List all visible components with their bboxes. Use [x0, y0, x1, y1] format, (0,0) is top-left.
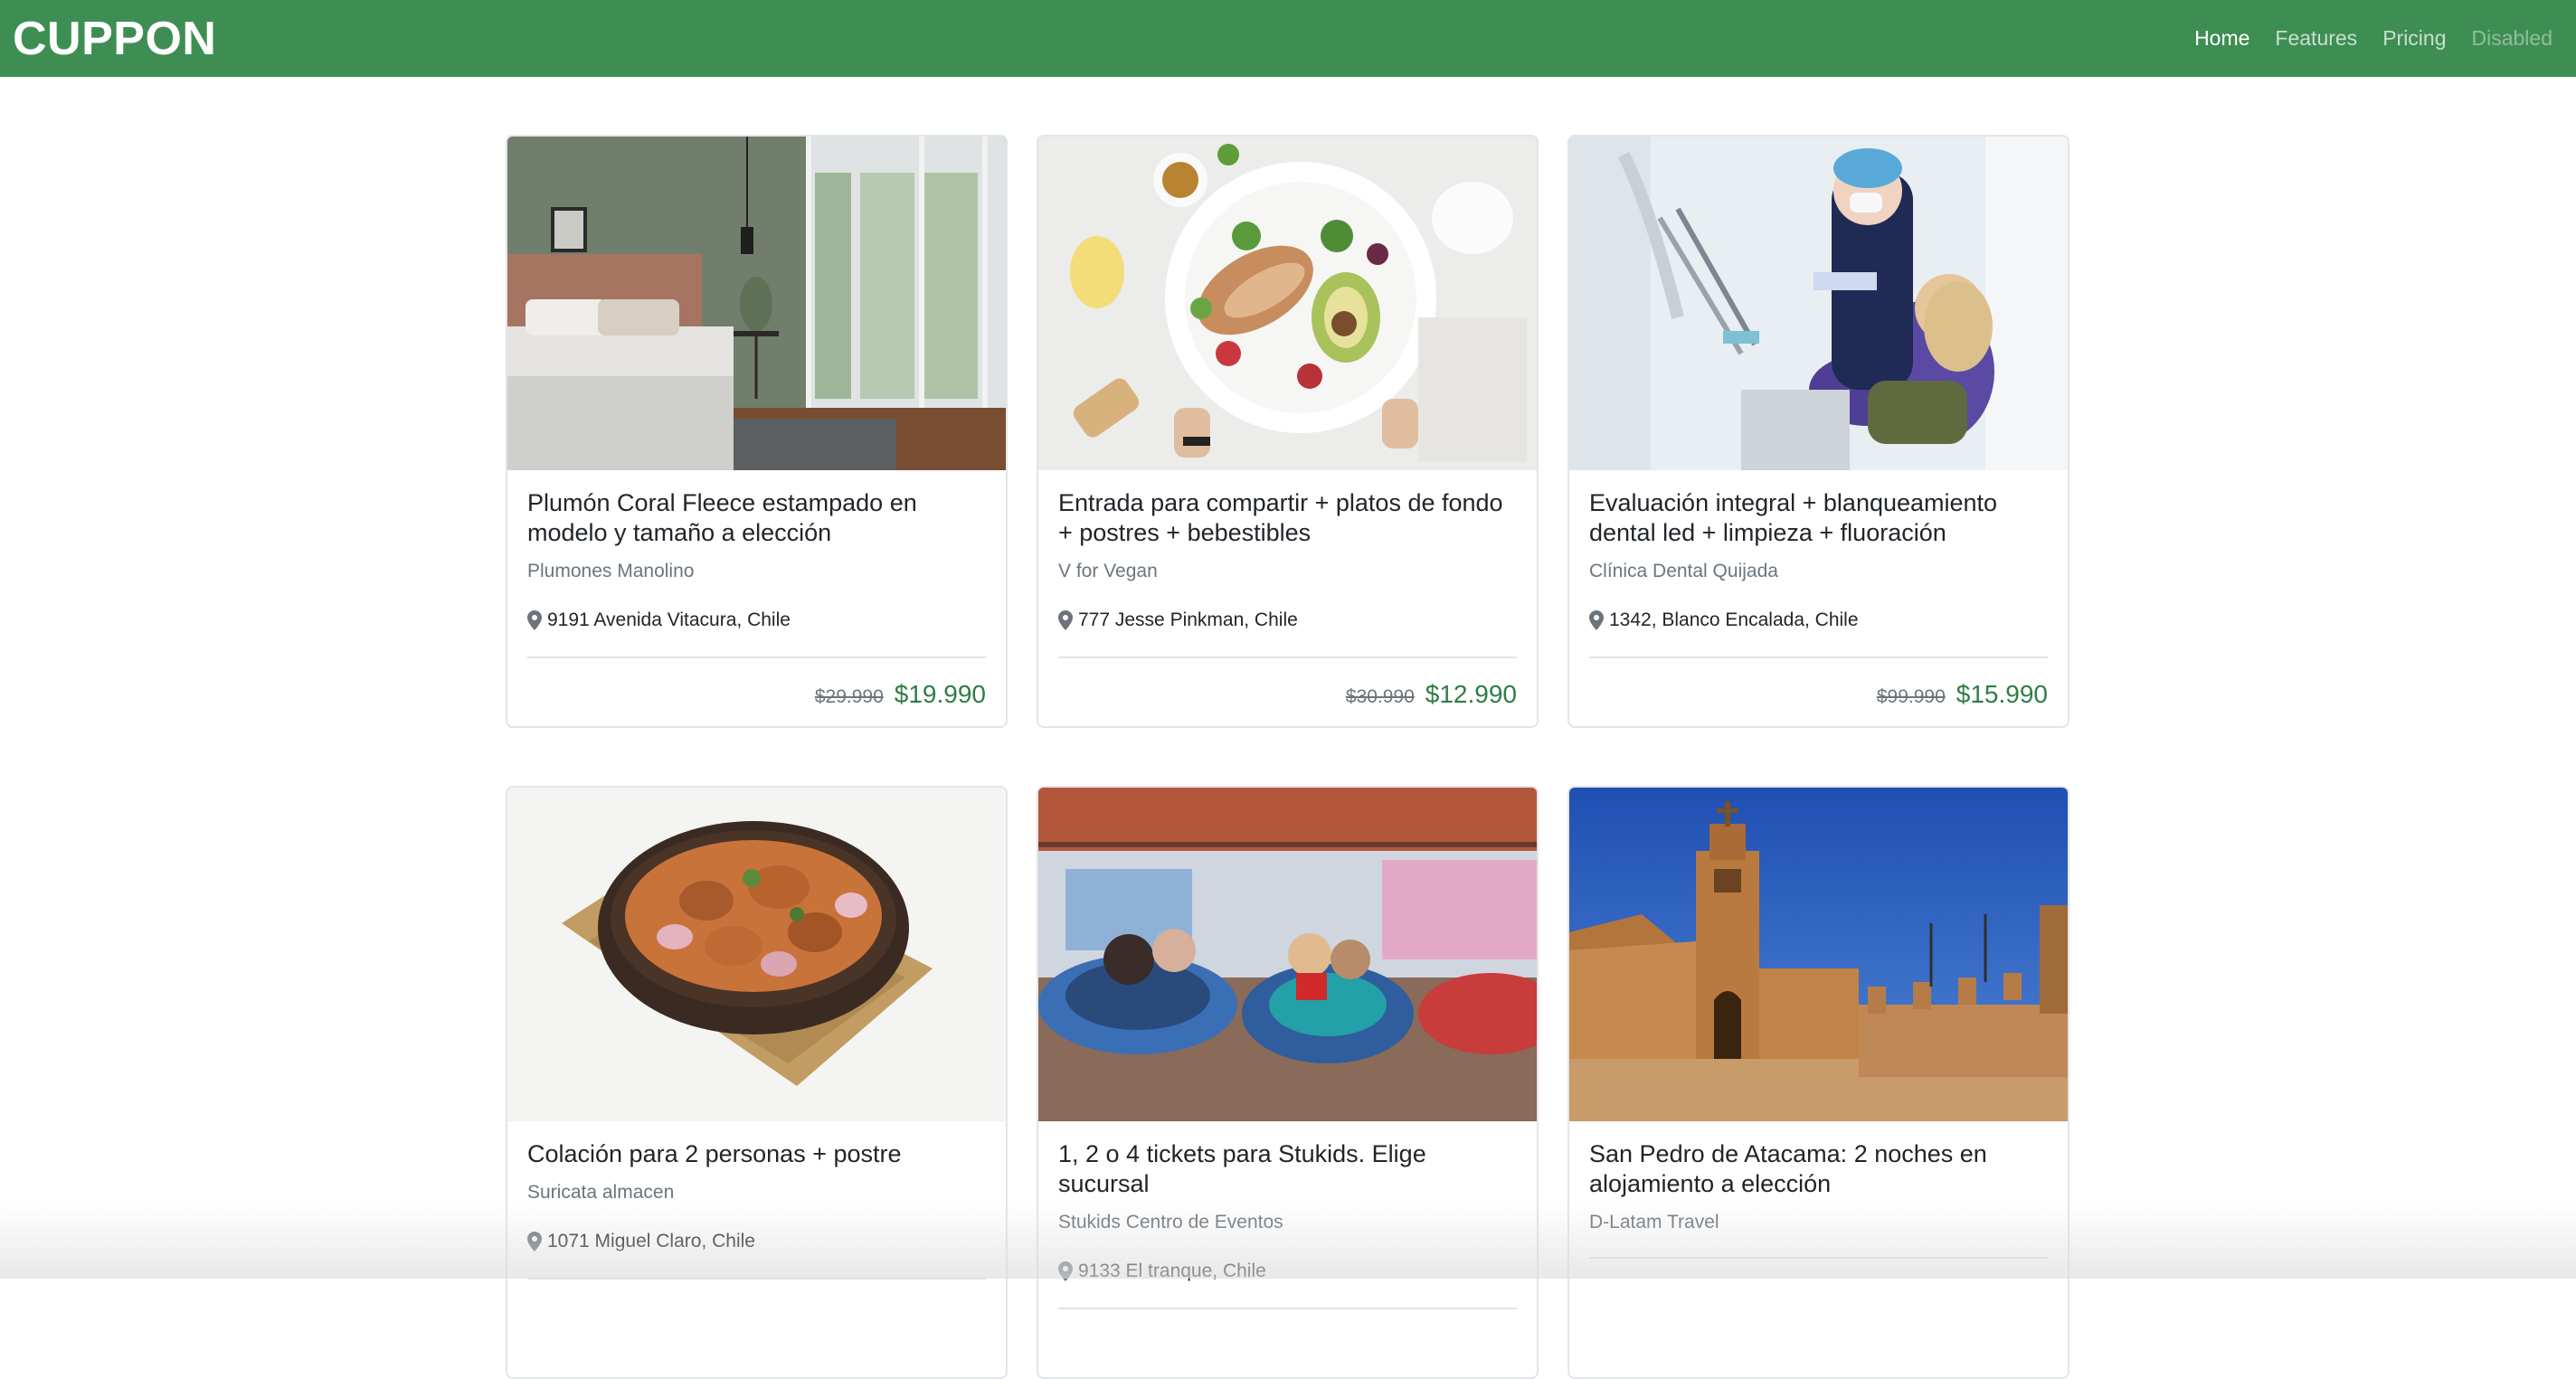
bumper-cars-photo-icon[interactable]	[1038, 788, 1537, 1121]
divider	[527, 1278, 986, 1280]
divider	[1058, 656, 1517, 658]
nav-link-disabled: Disabled	[2471, 26, 2553, 50]
divider	[1058, 1308, 1517, 1309]
map-pin-icon	[527, 1232, 542, 1251]
price-row: $30.990 $12.990	[1058, 680, 1517, 709]
map-pin-icon	[1589, 610, 1604, 630]
merchant-name: D-Latam Travel	[1589, 1212, 1719, 1233]
deal-title[interactable]: Entrada para compartir + platos de fondo…	[1058, 488, 1517, 548]
deal-price: $12.990	[1425, 680, 1517, 708]
original-price: $30.990	[1345, 686, 1415, 707]
divider	[1589, 656, 2048, 658]
deal-location: 9133 El tranque, Chile	[1058, 1261, 1517, 1282]
map-pin-icon	[1058, 610, 1073, 630]
adobe-church-photo-icon[interactable]	[1569, 788, 2068, 1121]
deal-location: 777 Jesse Pinkman, Chile	[1058, 609, 1517, 631]
merchant-name: Plumones Manolino	[527, 561, 695, 581]
deal-location: 1342, Blanco Encalada, Chile	[1589, 609, 2048, 631]
deal-location: 9191 Avenida Vitacura, Chile	[527, 609, 986, 631]
merchant-name: Suricata almacen	[527, 1182, 675, 1203]
deal-price: $19.990	[894, 680, 986, 708]
deal-card[interactable]: 1, 2 o 4 tickets para Stukids. Elige suc…	[1037, 786, 1539, 1379]
deal-card[interactable]: San Pedro de Atacama: 2 noches en alojam…	[1567, 786, 2069, 1379]
deals-grid: Plumón Coral Fleece estampado en modelo …	[506, 135, 2070, 1379]
deal-title[interactable]: 1, 2 o 4 tickets para Stukids. Elige suc…	[1058, 1139, 1517, 1199]
location-text: 777 Jesse Pinkman, Chile	[1078, 609, 1298, 630]
deal-location: 1071 Miguel Claro, Chile	[527, 1231, 986, 1252]
deal-title[interactable]: Evaluación integral + blanqueamiento den…	[1589, 488, 2048, 548]
brand-logo[interactable]: CUPPON	[13, 12, 216, 66]
location-text: 1071 Miguel Claro, Chile	[547, 1231, 755, 1251]
nav-link-home[interactable]: Home	[2194, 26, 2249, 51]
dentist-photo-icon[interactable]	[1569, 137, 2068, 470]
location-text: 9191 Avenida Vitacura, Chile	[547, 609, 791, 630]
deal-card[interactable]: Colación para 2 personas + postre Surica…	[506, 786, 1008, 1379]
deal-title[interactable]: San Pedro de Atacama: 2 noches en alojam…	[1589, 1139, 2048, 1199]
deal-card[interactable]: Entrada para compartir + platos de fondo…	[1037, 135, 1539, 728]
bedroom-photo-icon[interactable]	[507, 137, 1006, 470]
original-price: $99.990	[1876, 686, 1946, 707]
deal-title[interactable]: Plumón Coral Fleece estampado en modelo …	[527, 488, 986, 548]
price-row: $99.990 $15.990	[1589, 680, 2048, 709]
nav-link-features[interactable]: Features	[2275, 26, 2357, 51]
merchant-name: Stukids Centro de Eventos	[1058, 1212, 1283, 1233]
original-price: $29.990	[814, 686, 884, 707]
salad-bowl-photo-icon[interactable]	[1038, 137, 1537, 470]
divider	[1589, 1257, 2048, 1259]
top-navbar: CUPPON Home Features Pricing Disabled	[0, 0, 2576, 77]
deal-card[interactable]: Plumón Coral Fleece estampado en modelo …	[506, 135, 1008, 728]
main-nav: Home Features Pricing Disabled	[2194, 26, 2552, 51]
map-pin-icon	[527, 610, 542, 630]
deal-price: $15.990	[1956, 680, 2048, 708]
price-row: $29.990 $19.990	[527, 680, 986, 709]
curry-bowl-photo-icon[interactable]	[507, 788, 1006, 1121]
location-text: 1342, Blanco Encalada, Chile	[1609, 609, 1859, 630]
merchant-name: V for Vegan	[1058, 561, 1158, 581]
deal-title[interactable]: Colación para 2 personas + postre	[527, 1139, 986, 1169]
location-text: 9133 El tranque, Chile	[1078, 1261, 1266, 1281]
merchant-name: Clínica Dental Quijada	[1589, 561, 1778, 581]
nav-link-pricing[interactable]: Pricing	[2382, 26, 2446, 51]
divider	[527, 656, 986, 658]
deal-card[interactable]: Evaluación integral + blanqueamiento den…	[1567, 135, 2069, 728]
